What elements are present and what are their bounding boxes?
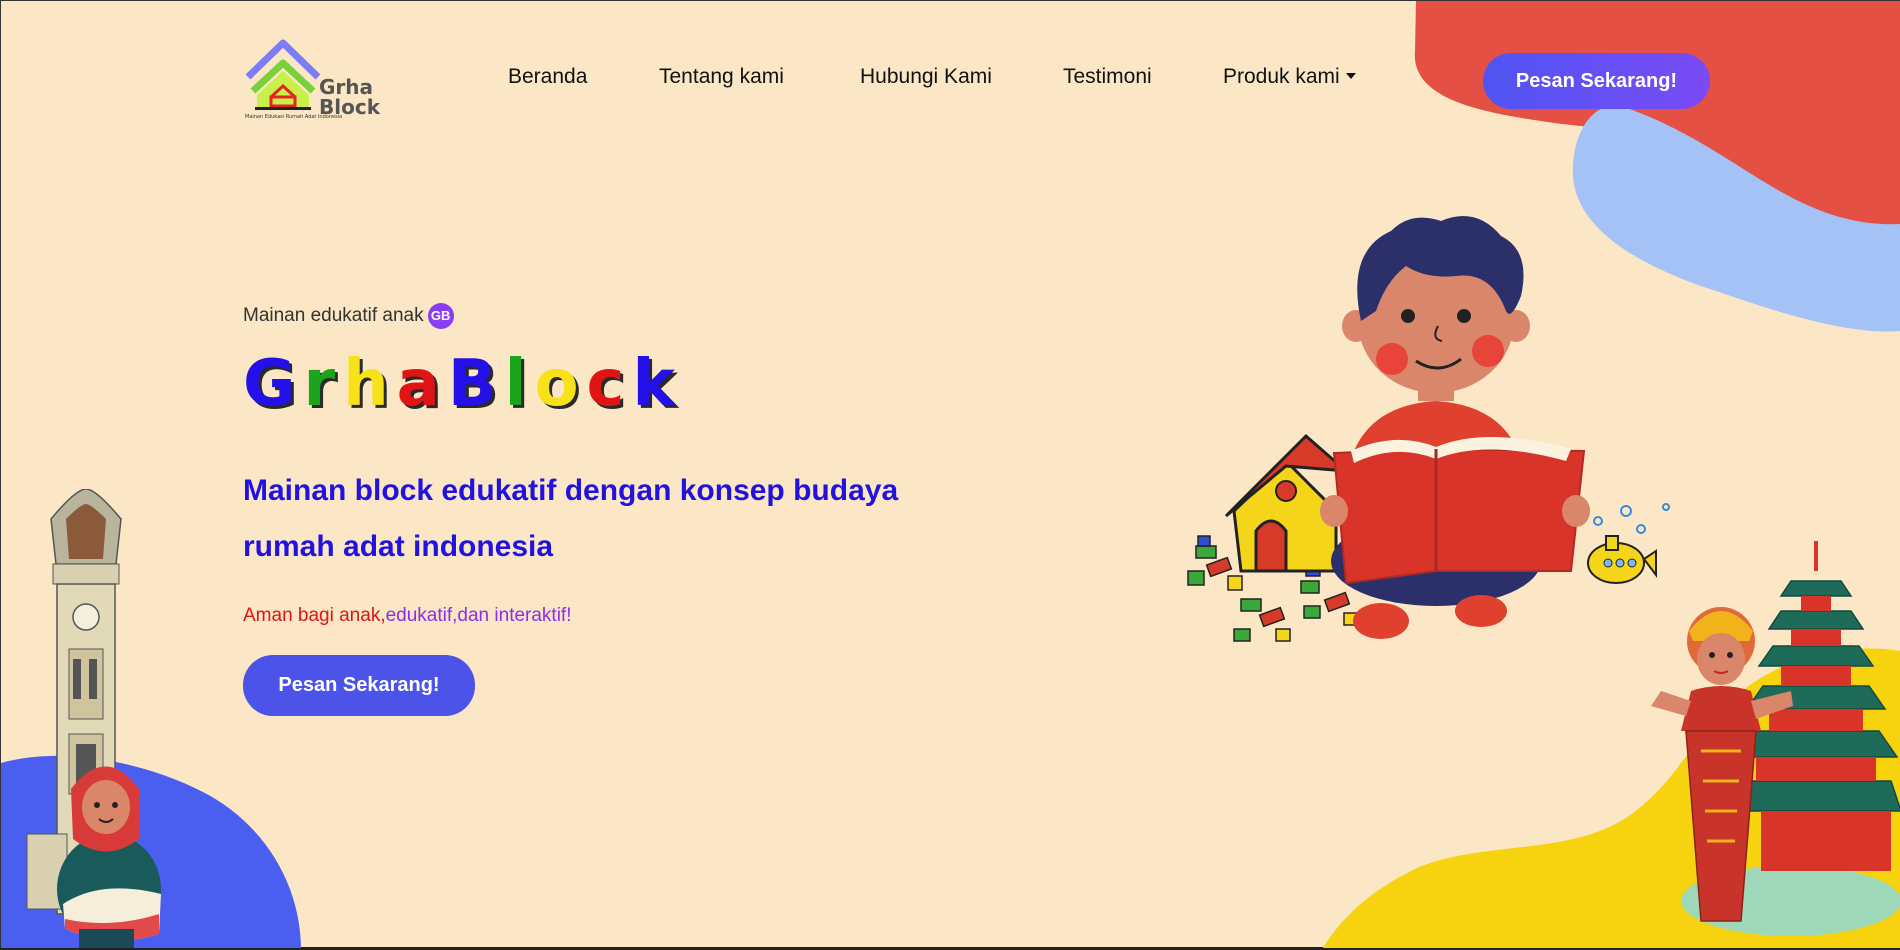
- brand-letter: r: [303, 347, 344, 421]
- tagline-part-interactive: dan interaktif!: [457, 605, 572, 626]
- hero-eyebrow: Mainan edukatif anak GB: [243, 303, 454, 329]
- boy-reading-book-illustration: [1187, 216, 1670, 642]
- brand-letter: l: [504, 347, 535, 421]
- brand-letter: G: [243, 347, 304, 421]
- nav-item-testimoni[interactable]: Testimoni: [1063, 65, 1152, 89]
- nav-item-beranda[interactable]: Beranda: [508, 65, 587, 89]
- brand-letter: a: [396, 347, 448, 421]
- hero-headline: Mainan block edukatif dengan konsep buda…: [243, 474, 899, 563]
- nav-item-produk-kami-label: Produk kami: [1223, 65, 1340, 88]
- page: Grha Block Mainan Edukasi Rumah Adat Indo…: [1, 1, 1900, 948]
- caret-down-icon: [1345, 73, 1356, 79]
- brand-letter: h: [343, 347, 397, 421]
- brand-letter: k: [632, 347, 684, 421]
- nav-item-tentang-kami[interactable]: Tentang kami: [659, 65, 784, 89]
- tagline-part-safe: Aman bagi anak,: [243, 605, 386, 626]
- brand-letter: B: [447, 347, 505, 421]
- nav-item-produk-kami[interactable]: Produk kami: [1223, 65, 1356, 89]
- order-now-button-hero[interactable]: Pesan Sekarang!: [243, 655, 475, 716]
- brand-logo[interactable]: Grha Block Mainan Edukasi Rumah Adat Indo…: [243, 39, 380, 121]
- balinese-dancer-pagoda-illustration: [1651, 541, 1900, 936]
- brand-letter: o: [534, 347, 587, 421]
- brand-letter: c: [586, 347, 633, 421]
- gb-badge: GB: [427, 303, 454, 329]
- hero-eyebrow-text: Mainan edukatif anak: [243, 305, 424, 327]
- logo-tagline: Mainan Edukasi Rumah Adat Indonesia: [245, 114, 343, 120]
- tagline-part-educative: edukatif,: [385, 605, 458, 626]
- order-now-button-nav[interactable]: Pesan Sekarang!: [1483, 53, 1710, 109]
- hero-brand-title: GrhaBlock: [243, 347, 683, 421]
- nav-item-hubungi-kami[interactable]: Hubungi Kami: [860, 65, 992, 89]
- house-logo-icon: [245, 39, 321, 110]
- minangkabau-woman-clock-tower-illustration: [26, 489, 161, 948]
- hero-tagline: Aman bagi anak,edukatif,dan interaktif!: [243, 605, 572, 627]
- logo-wordmark: Grha Block: [319, 75, 380, 119]
